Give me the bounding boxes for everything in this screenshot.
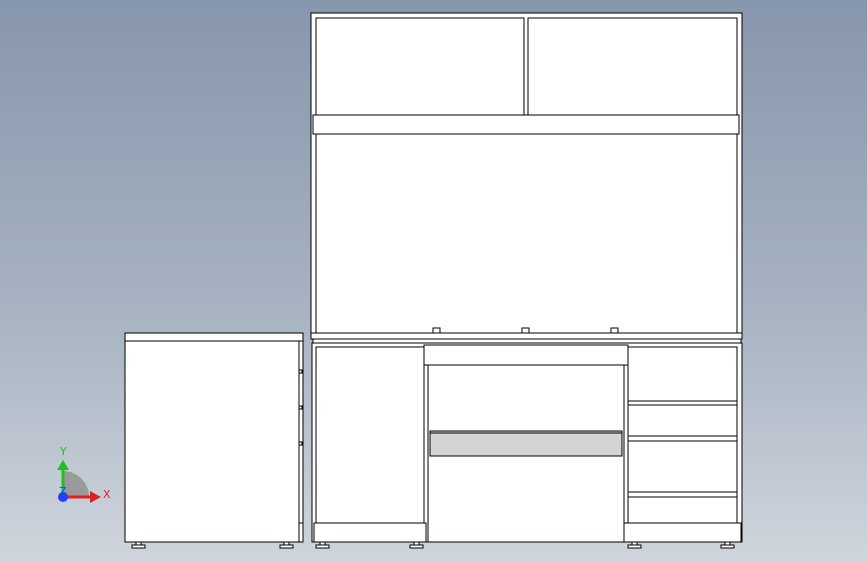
side-cabinet-plinth (298, 522, 304, 543)
side-cabinet-handle (298, 369, 303, 374)
right-drawer-gap-3 (627, 491, 738, 498)
light-shelf (312, 114, 740, 135)
side-cabinet[interactable] (124, 332, 304, 549)
right-drawer-gap-2 (627, 435, 738, 442)
side-cabinet-body (124, 340, 300, 543)
worktop (310, 332, 743, 340)
workstation[interactable] (310, 12, 743, 549)
model-drawing[interactable]: Y X Z (0, 0, 867, 562)
orientation-triad: Y X Z (57, 445, 111, 503)
x-axis-arrowhead (90, 491, 101, 503)
side-cabinet-top (124, 332, 304, 342)
lower-left-plinth (313, 522, 427, 543)
keyboard-tray (429, 430, 623, 457)
cad-viewport[interactable]: Y X Z (0, 0, 867, 562)
lower-left-door (315, 346, 425, 524)
side-cabinet-handle (298, 441, 303, 446)
upper-cabinet-door-left (315, 17, 525, 116)
x-axis-label: X (103, 488, 111, 501)
right-drawer-3 (627, 440, 738, 493)
right-drawer-2 (627, 404, 738, 437)
side-cabinet-feet (131, 541, 294, 549)
lower-right-plinth (623, 522, 742, 543)
right-drawer-4 (627, 496, 738, 524)
side-cabinet-handle (298, 405, 303, 410)
worktop-edge (312, 338, 742, 344)
right-drawer-1 (627, 346, 738, 402)
z-axis-label: Z (59, 485, 67, 498)
upper-cabinet-door-right (527, 17, 738, 116)
center-drawer (423, 344, 629, 366)
triad-quadrant (63, 471, 89, 497)
y-axis-arrowhead (57, 460, 69, 470)
pegboard-panel (315, 133, 738, 334)
right-drawer-gap-1 (627, 400, 738, 406)
workstation-feet (315, 541, 735, 549)
y-axis-label: Y (59, 445, 67, 458)
